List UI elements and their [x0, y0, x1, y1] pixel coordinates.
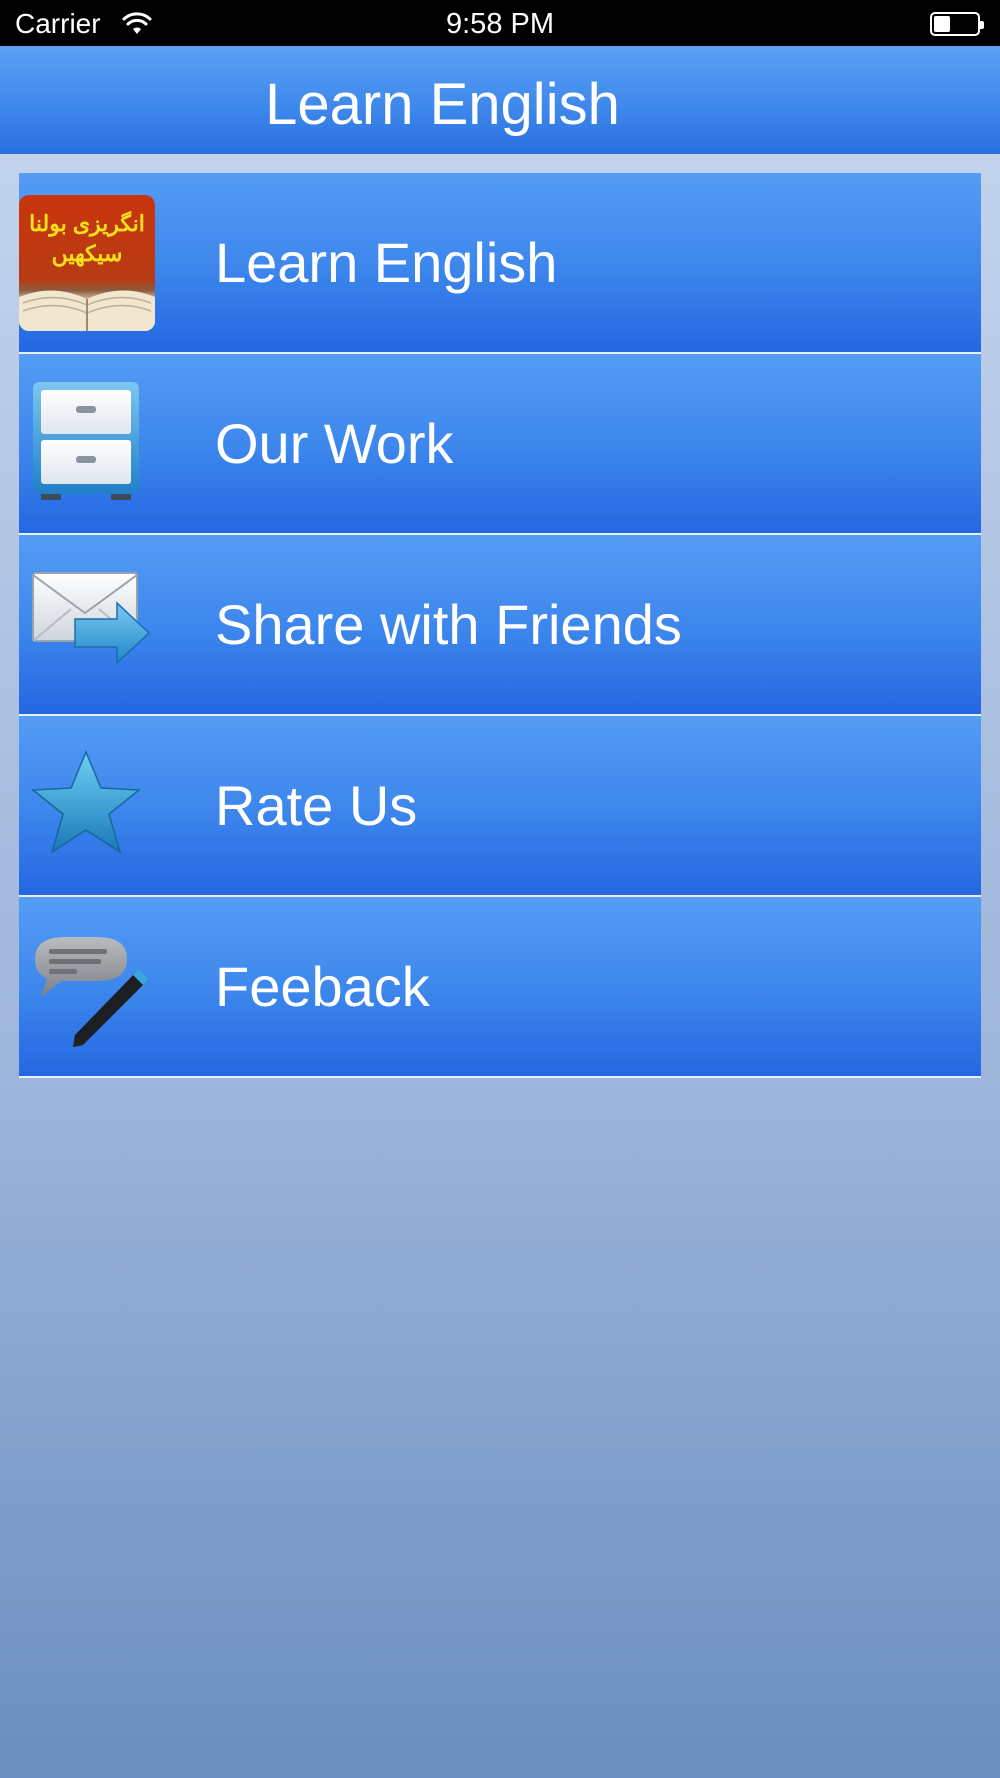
book-icon-text: انگریزی بولنا سیکھیں [29, 211, 145, 266]
menu-item-feedback[interactable]: Feeback [19, 897, 981, 1078]
status-time: 9:58 PM [446, 8, 554, 40]
mail-forward-icon [32, 572, 151, 665]
battery-icon [930, 12, 984, 36]
menu-item-share-with-friends[interactable]: Share with Friends [19, 535, 981, 716]
menu-item-label: Share with Friends [215, 593, 682, 656]
urdu-book-icon: انگریزی بولنا سیکھیں [19, 195, 155, 331]
menu-item-label: Rate Us [215, 774, 418, 837]
main-menu: انگریزی بولنا سیکھیں Learn English Our W… [19, 173, 981, 1078]
menu-item-learn-english[interactable]: انگریزی بولنا سیکھیں Learn English [19, 173, 981, 354]
feedback-chat-pencil-icon [35, 937, 149, 1047]
book-pages-icon [19, 290, 155, 331]
menu-item-label: Our Work [215, 412, 454, 475]
status-bar: Carrier 9:58 PM [0, 0, 1000, 46]
page-title: Learn English [265, 72, 620, 137]
menu-item-rate-us[interactable]: Rate Us [19, 716, 981, 897]
menu-item-our-work[interactable]: Our Work [19, 354, 981, 535]
navigation-bar: Learn English [0, 46, 1000, 154]
battery-level [934, 16, 950, 32]
menu-item-label: Learn English [215, 231, 558, 294]
menu-item-label: Feeback [215, 955, 430, 1018]
file-cabinet-icon [33, 382, 139, 500]
star-icon [30, 750, 142, 854]
